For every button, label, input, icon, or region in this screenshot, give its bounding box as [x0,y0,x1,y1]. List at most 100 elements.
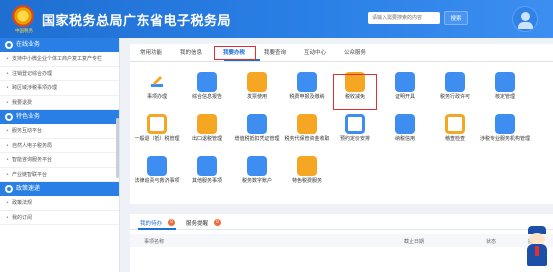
search-input[interactable] [368,12,440,24]
tile-legal-remedy[interactable]: 法律追责与救济事项 [132,156,182,198]
sidebar-item[interactable]: 支持中小微企业个体工商户复工复产专栏 [0,52,119,67]
tab-query[interactable]: 我要查询 [264,48,286,56]
sidebar-section-online[interactable]: 在线业务 [0,38,119,52]
tile-label: 税务数字账户 [241,178,272,184]
pencil-icon [147,72,167,92]
section-icon [5,113,13,121]
sidebar-item[interactable]: 跨区域涉税事项办理 [0,81,119,96]
credit-icon [395,114,415,134]
tile-tax-declaration[interactable]: 税费申报及缴纳 [282,72,332,114]
sidebar-scrollbar[interactable] [116,118,119,178]
sidebar-section-title: 政策速递 [16,185,41,192]
tile-label: 出口退税管理 [191,136,222,142]
tab-highlight-box [214,46,256,60]
services-icon [197,156,217,176]
tile-label: 核定管理 [494,94,515,100]
custody-fund-icon [297,114,317,134]
sidebar: 在线业务 支持中小微企业个体工商户复工复产专栏 注销登记综合办理 跨区域涉税事项… [0,38,120,272]
tile-apa[interactable]: 预约定价安排 [330,114,380,156]
tab-my-info[interactable]: 我的信息 [180,48,202,56]
export-icon [197,114,217,134]
tile-special-service[interactable]: 特色税费服务 [282,156,332,198]
main-tabs: 常用功能 我的信息 我要办税 我要查询 互动中心 公众服务 [130,44,553,62]
sidebar-item[interactable]: 我要退费 [0,96,119,110]
invoice-icon [247,72,267,92]
column-header-deadline: 截止日期 [404,239,425,245]
tile-certificate[interactable]: 证明开具 [380,72,430,114]
mascot-tie [535,246,539,256]
assistant-mascot-icon[interactable] [525,226,549,266]
sidebar-item[interactable]: 政策法规 [0,196,119,211]
gavel-icon [147,156,167,176]
todo-panel: 我的待办 0 服务提醒 0 事项名称 截止日期 状态 操作 [130,214,553,272]
sidebar-item[interactable]: 产业链智联平台 [0,168,119,182]
tile-digital-account[interactable]: 税务数字账户 [232,156,282,198]
section-icon [5,185,13,193]
license-icon [445,72,465,92]
tab-my-todo[interactable]: 我的待办 [140,219,162,227]
tile-invoice-use[interactable]: 发票使用 [232,72,282,114]
tile-label: 税务代保管资金收取 [284,136,330,142]
tile-label: 证明开具 [394,94,415,100]
site-header: 中国税务 国家税务总局广东省电子税务局 搜索 [0,0,553,38]
search-button[interactable]: 搜索 [444,11,468,25]
tile-admin-license[interactable]: 税务行政许可 [430,72,480,114]
tile-general-refund[interactable]: 一般退（抵）税管理 [132,114,182,156]
tile-label: 综合信息报告 [191,94,222,100]
column-header-status: 状态 [486,239,497,245]
tile-vat-voucher[interactable]: 增值税抵扣凭证管理 [232,114,282,156]
tab-service-reminder[interactable]: 服务提醒 [186,219,208,227]
emblem-caption: 中国税务 [15,29,33,34]
tab-public-service[interactable]: 公众服务 [344,48,366,56]
tile-label: 其他服务事项 [191,178,222,184]
sidebar-section-title: 特色业务 [16,113,41,120]
tile-label: 税费申报及缴纳 [289,94,325,100]
tile-info-report[interactable]: 综合信息报告 [182,72,232,114]
sidebar-item[interactable]: 服务互动平台 [0,124,119,139]
tile-label: 稽查检查 [444,136,465,142]
section-icon [5,41,13,49]
tile-export-refund[interactable]: 出口退税管理 [182,114,232,156]
todo-tabs: 我的待办 0 服务提醒 0 [130,214,553,230]
tile-label: 增值税抵扣凭证管理 [234,136,280,142]
tile-label: 特色税费服务 [291,178,322,184]
tile-other-services[interactable]: 其他服务事项 [182,156,232,198]
sidebar-section-title: 在线业务 [16,41,41,48]
verification-icon [495,72,515,92]
tile-label: 纳税信用 [394,136,415,142]
digital-account-icon [247,156,267,176]
tab-interaction[interactable]: 互动中心 [304,48,326,56]
declaration-icon [297,72,317,92]
reminder-count-badge: 0 [214,219,221,226]
column-header-item: 事项名称 [144,239,165,245]
user-avatar-icon[interactable] [512,6,538,32]
magnifier-icon [445,114,465,134]
tile-highlight-box [333,74,377,110]
tile-verification[interactable]: 核定管理 [480,72,530,114]
certificate-icon [395,72,415,92]
tile-credit[interactable]: 纳税信用 [380,114,430,156]
tax-emblem-icon [12,5,34,27]
document-icon [197,72,217,92]
tile-label: 事项办理 [146,94,167,100]
tile-inspection[interactable]: 稽查检查 [430,114,480,156]
sidebar-section-featured[interactable]: 特色业务 [0,110,119,124]
sidebar-item[interactable]: 智能咨询服务平台 [0,153,119,168]
sidebar-item[interactable]: 注销登记综合办理 [0,67,119,81]
tile-label: 发票使用 [246,94,267,100]
tile-label: 法律追责与救济事项 [134,178,180,184]
main-panel: 常用功能 我的信息 我要办税 我要查询 互动中心 公众服务 事项办理 综合信息报… [130,44,553,204]
sidebar-item[interactable]: 我的订阅 [0,211,119,225]
tile-label: 一般退（抵）税管理 [134,136,180,142]
tile-custody-fund[interactable]: 税务代保管资金收取 [282,114,332,156]
refund-icon [147,114,167,134]
tile-agency-management[interactable]: 涉税专业服务机构管理 [480,114,530,156]
sidebar-section-policy[interactable]: 政策速递 [0,182,119,196]
sidebar-item[interactable]: 自然人电子税务局 [0,139,119,153]
todo-tab-indicator [138,228,176,230]
tile-label: 涉税专业服务机构管理 [480,136,531,142]
tile-matter-handling[interactable]: 事项办理 [132,72,182,114]
voucher-icon [247,114,267,134]
tab-common[interactable]: 常用功能 [140,48,162,56]
todo-count-badge: 0 [168,219,175,226]
